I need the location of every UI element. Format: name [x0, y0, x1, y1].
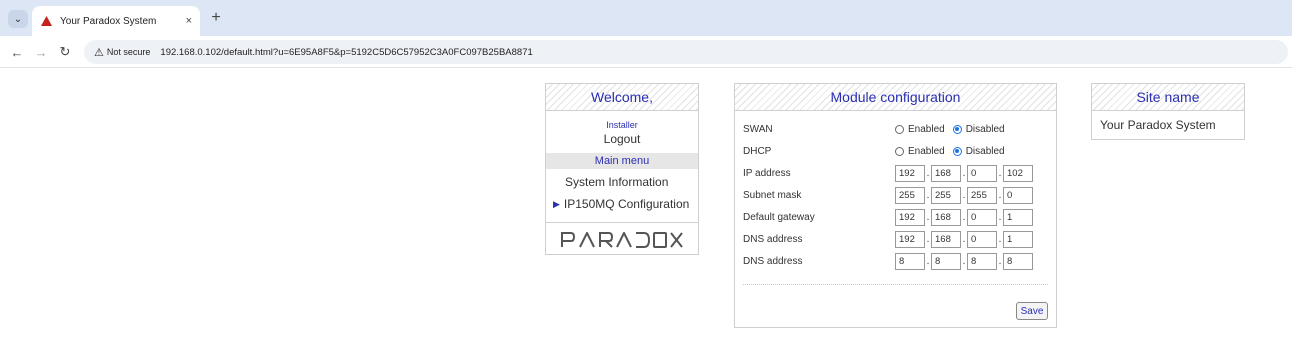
- dhcp-enabled-option[interactable]: Enabled: [895, 146, 945, 157]
- dns2-octet-4[interactable]: [1003, 252, 1033, 270]
- forward-arrow-icon[interactable]: →: [32, 43, 50, 61]
- swan-disabled-option[interactable]: Disabled: [952, 123, 1005, 135]
- dhcp-radio-group: Enabled Disabled: [895, 146, 1013, 157]
- ip-address-row: IP address . . .: [743, 164, 1048, 182]
- default-gateway-label: Default gateway: [743, 211, 815, 223]
- subnet-octet-4[interactable]: [1003, 186, 1033, 204]
- dns2-octet-1[interactable]: [895, 252, 925, 270]
- radio-label: Disabled: [965, 145, 1005, 157]
- divider: [546, 222, 698, 223]
- welcome-title: Welcome,: [546, 84, 698, 111]
- warning-favicon-icon: [40, 15, 52, 27]
- site-name-panel: Site name Your Paradox System: [1091, 83, 1245, 140]
- gateway-octet-4[interactable]: [1003, 208, 1033, 226]
- ip-address-fields: . . .: [895, 164, 1033, 182]
- url-text[interactable]: 192.168.0.102/default.html?u=6E95A8F5&p=…: [160, 47, 532, 58]
- new-tab-icon[interactable]: +: [206, 8, 226, 28]
- swan-label: SWAN: [743, 123, 773, 135]
- dhcp-disabled-radio[interactable]: [952, 146, 962, 156]
- module-configuration-panel: Module configuration SWAN Enabled Disabl…: [734, 83, 1057, 328]
- logout-link[interactable]: Logout: [546, 132, 698, 146]
- ip-octet-3[interactable]: [967, 164, 997, 182]
- paradox-logo: [546, 230, 698, 253]
- subnet-mask-fields: . . .: [895, 186, 1033, 204]
- browser-tab-bar: ⌄ Your Paradox System × +: [0, 0, 1292, 36]
- subnet-octet-1[interactable]: [895, 186, 925, 204]
- ip-octet-2[interactable]: [931, 164, 961, 182]
- dns-address-1-row: DNS address . . .: [743, 230, 1048, 248]
- address-bar[interactable]: ⚠ Not secure 192.168.0.102/default.html?…: [84, 40, 1288, 64]
- subnet-mask-label: Subnet mask: [743, 189, 802, 201]
- ip-octet-1[interactable]: [895, 164, 925, 182]
- back-arrow-icon[interactable]: ←: [8, 43, 26, 61]
- dns-address-2-row: DNS address . . .: [743, 252, 1048, 270]
- radio-label: Disabled: [965, 123, 1005, 135]
- dns2-octet-2[interactable]: [931, 252, 961, 270]
- dns-address-1-label: DNS address: [743, 233, 803, 245]
- gateway-octet-1[interactable]: [895, 208, 925, 226]
- gateway-octet-3[interactable]: [967, 208, 997, 226]
- ip-octet-4[interactable]: [1003, 164, 1033, 182]
- dhcp-disabled-option[interactable]: Disabled: [952, 145, 1005, 157]
- subnet-octet-2[interactable]: [931, 186, 961, 204]
- user-role: Installer: [606, 120, 638, 130]
- security-badge[interactable]: ⚠ Not secure: [94, 46, 150, 59]
- selected-arrow-icon: ▶: [553, 198, 560, 209]
- default-gateway-row: Default gateway . . .: [743, 208, 1048, 226]
- swan-radio-group: Enabled Disabled: [895, 124, 1013, 135]
- ip-address-label: IP address: [743, 167, 791, 179]
- dns-address-2-label: DNS address: [743, 255, 803, 267]
- welcome-panel: Welcome, Installer Logout Main menu Syst…: [545, 83, 699, 255]
- menu-item-system-information[interactable]: System Information: [565, 175, 668, 189]
- divider: [743, 284, 1048, 285]
- module-configuration-title: Module configuration: [735, 84, 1056, 111]
- dns1-octet-2[interactable]: [931, 230, 961, 248]
- dhcp-row: DHCP Enabled Disabled: [743, 142, 1048, 160]
- tab-title: Your Paradox System: [60, 15, 157, 27]
- gateway-octet-2[interactable]: [931, 208, 961, 226]
- tab-close-icon[interactable]: ×: [186, 15, 192, 27]
- site-name-title: Site name: [1092, 84, 1244, 111]
- security-label: Not secure: [106, 47, 151, 57]
- swan-disabled-radio[interactable]: [952, 124, 962, 134]
- subnet-mask-row: Subnet mask . . .: [743, 186, 1048, 204]
- menu-item-label: IP150MQ Configuration: [563, 197, 690, 211]
- menu-item-ip150mq-configuration[interactable]: ▶ IP150MQ Configuration: [553, 197, 689, 211]
- save-button[interactable]: Save: [1016, 302, 1048, 320]
- default-gateway-fields: . . .: [895, 208, 1033, 226]
- browser-toolbar: ← → ↻ ⚠ Not secure 192.168.0.102/default…: [0, 36, 1292, 68]
- tab-search-chevron-icon[interactable]: ⌄: [8, 10, 28, 28]
- swan-enabled-option[interactable]: Enabled: [895, 124, 945, 135]
- site-name-value: Your Paradox System: [1100, 118, 1216, 132]
- dhcp-enabled-radio[interactable]: [895, 146, 904, 156]
- dns-address-1-fields: . . .: [895, 230, 1033, 248]
- warning-triangle-icon: ⚠: [94, 46, 104, 59]
- radio-label: Enabled: [908, 145, 945, 157]
- swan-row: SWAN Enabled Disabled: [743, 120, 1048, 138]
- reload-icon[interactable]: ↻: [56, 43, 74, 61]
- swan-enabled-radio[interactable]: [895, 124, 904, 134]
- dns-address-2-fields: . . .: [895, 252, 1033, 270]
- dns2-octet-3[interactable]: [967, 252, 997, 270]
- dns1-octet-4[interactable]: [1003, 230, 1033, 248]
- radio-label: Enabled: [908, 123, 945, 135]
- dns1-octet-1[interactable]: [895, 230, 925, 248]
- browser-tab[interactable]: Your Paradox System ×: [32, 6, 200, 36]
- dhcp-label: DHCP: [743, 145, 772, 157]
- main-menu-title: Main menu: [546, 153, 698, 169]
- subnet-octet-3[interactable]: [967, 186, 997, 204]
- dns1-octet-3[interactable]: [967, 230, 997, 248]
